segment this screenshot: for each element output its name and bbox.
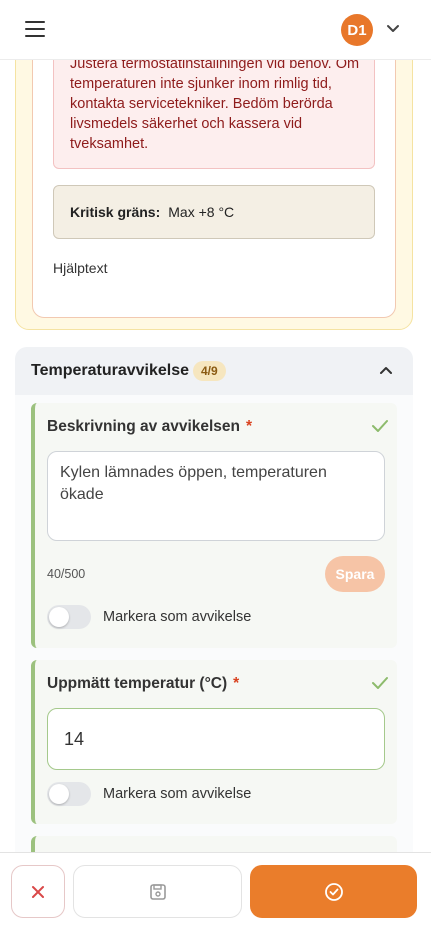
critical-limit-label: Kritisk gräns: <box>70 204 161 220</box>
critical-limit-box: Kritisk gräns: Max +8 °C <box>53 185 375 239</box>
check-icon <box>372 677 388 689</box>
critical-limit-value: Max +8 °C <box>168 204 235 220</box>
section-header-temperaturavvikelse[interactable]: Temperaturavvikelse 4/9 <box>15 347 413 395</box>
field-card-next <box>31 836 397 852</box>
temperature-input[interactable]: 14 <box>47 708 385 770</box>
deviation-toggle[interactable] <box>47 782 91 806</box>
section-progress-badge: 4/9 <box>193 361 226 381</box>
cancel-button[interactable] <box>11 865 65 918</box>
field-label-text: Beskrivning av avvikelsen <box>47 418 241 435</box>
avatar[interactable]: D1 <box>341 14 373 46</box>
field-card-temperature: Uppmätt temperatur (°C) * 14 Markera som … <box>31 660 397 824</box>
field-label: Uppmätt temperatur (°C) * <box>47 675 239 693</box>
character-counter: 40/500 <box>47 567 86 581</box>
description-textarea[interactable]: Kylen lämnades öppen, temperaturen ökade <box>47 451 385 541</box>
deviation-toggle[interactable] <box>47 605 91 629</box>
toggle-knob <box>49 607 69 627</box>
toggle-knob <box>49 784 69 804</box>
chevron-up-icon[interactable] <box>379 365 393 375</box>
field-label-text: Uppmätt temperatur (°C) <box>47 675 228 692</box>
field-label: Beskrivning av avvikelsen * <box>47 418 252 436</box>
required-marker: * <box>246 418 253 435</box>
section-title: Temperaturavvikelse <box>31 362 190 379</box>
required-marker: * <box>233 675 240 692</box>
save-field-button[interactable]: Spara <box>325 556 385 592</box>
deviation-toggle-row[interactable]: Markera som avvikelse <box>47 605 251 629</box>
check-icon <box>372 420 388 432</box>
help-text: Hjälptext <box>53 260 108 276</box>
submit-button[interactable] <box>250 865 417 918</box>
floppy-disk-icon <box>149 883 166 900</box>
form-scroll-area[interactable]: Justera termostatinställningen vid behov… <box>0 0 431 852</box>
hamburger-icon[interactable] <box>25 21 45 37</box>
deviation-toggle-row[interactable]: Markera som avvikelse <box>47 782 251 806</box>
bottom-action-bar <box>0 852 431 932</box>
close-icon <box>32 885 44 898</box>
save-draft-button[interactable] <box>73 865 242 918</box>
alert-text: Justera termostatinställningen vid behov… <box>70 56 360 152</box>
toggle-label: Markera som avvikelse <box>103 609 252 625</box>
app-header: D1 <box>0 0 431 60</box>
check-circle-icon <box>324 882 343 901</box>
toggle-label: Markera som avvikelse <box>103 786 252 802</box>
chevron-down-icon[interactable] <box>386 24 400 34</box>
field-card-description: Beskrivning av avvikelsen * Kylen lämnade… <box>31 403 397 648</box>
